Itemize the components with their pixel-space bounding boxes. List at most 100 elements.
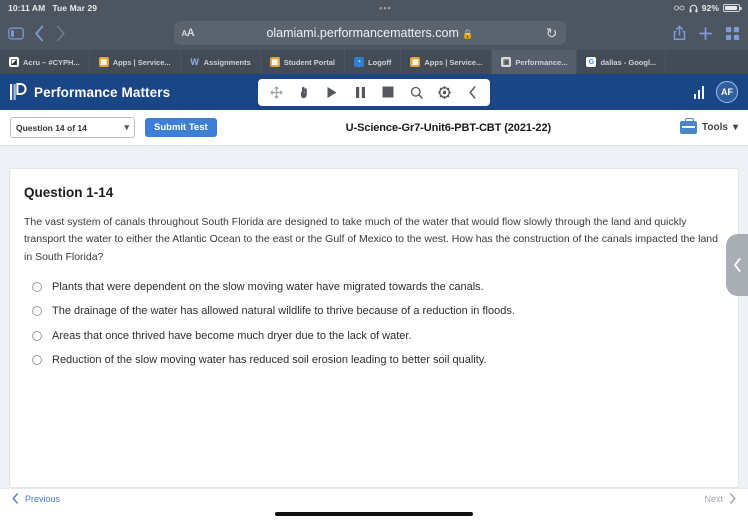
magnifier-icon[interactable] <box>402 79 430 106</box>
bookmark-dallas-google[interactable]: G dallas - Googl... <box>577 50 667 74</box>
app-header: Performance Matters AF <box>0 74 748 110</box>
tabs-grid-icon[interactable] <box>725 26 740 41</box>
bookmark-logoff[interactable]: ◔ Logoff <box>345 50 402 74</box>
bar-chart-icon[interactable] <box>693 85 704 99</box>
pause-icon[interactable] <box>346 79 374 106</box>
bookmark-apps-1[interactable]: ▦ Apps | Service... <box>90 50 181 74</box>
brand-logo[interactable]: Performance Matters <box>10 83 170 101</box>
performance-matters-logo-icon <box>10 83 27 101</box>
stop-icon[interactable] <box>374 79 402 106</box>
side-panel-toggle[interactable] <box>726 234 748 296</box>
bookmark-assignments[interactable]: W Assignments <box>181 50 261 74</box>
battery-icon <box>723 4 742 12</box>
toolbox-icon <box>680 118 698 134</box>
status-bar-right: 92% <box>673 3 742 13</box>
radio-button[interactable] <box>32 330 42 341</box>
play-icon[interactable] <box>318 79 346 106</box>
previous-button[interactable]: Previous <box>12 493 60 504</box>
bookmark-label: dallas - Googl... <box>600 57 657 67</box>
safari-toolbar: AA olamiami.performancematters.com 🔒 ↻ <box>0 16 748 50</box>
lock-icon: 🔒 <box>462 29 474 39</box>
answer-option[interactable]: Reduction of the slow moving water has r… <box>24 353 724 367</box>
answer-option-label: Reduction of the slow moving water has r… <box>52 353 487 366</box>
question-page: Question 1-14 The vast system of canals … <box>0 148 748 488</box>
bottom-navigation: Previous Next <box>0 488 748 508</box>
status-bar-center: ••• <box>97 3 674 13</box>
address-bar[interactable]: AA olamiami.performancematters.com 🔒 ↻ <box>173 21 566 45</box>
bookmark-label: Logoff <box>368 57 392 67</box>
share-icon[interactable] <box>673 25 686 41</box>
radio-button[interactable] <box>32 281 42 292</box>
bookmark-label: Apps | Service... <box>424 57 483 67</box>
bookmark-acru[interactable]: ◪ Acru – #CYPH... <box>0 50 90 74</box>
status-time: 10:11 AM <box>8 3 46 13</box>
back-button[interactable] <box>34 25 45 42</box>
gear-icon[interactable] <box>430 79 458 106</box>
radio-button[interactable] <box>32 306 42 317</box>
url-value: olamiami.performancematters.com <box>266 26 459 40</box>
bookmark-label: Acru – #CYPH... <box>23 57 80 67</box>
answer-option-label: The drainage of the water has allowed na… <box>52 305 515 318</box>
tools-menu[interactable]: Tools ▾ <box>680 118 738 134</box>
home-indicator[interactable] <box>275 512 473 516</box>
portal-favicon: ▦ <box>269 57 280 67</box>
status-date: Tue Mar 29 <box>52 3 98 13</box>
question-text: The vast system of canals throughout Sou… <box>24 216 718 263</box>
sidebar-icon[interactable] <box>8 27 24 40</box>
plus-icon[interactable] <box>698 26 713 41</box>
bookmark-label: Apps | Service... <box>112 57 171 67</box>
test-name: U-Science-Gr7-Unit6-PBT-CBT (2021-22) <box>345 121 552 134</box>
glasses-icon <box>673 5 685 11</box>
submit-test-button[interactable]: Submit Test <box>145 118 217 137</box>
answer-option[interactable]: The drainage of the water has allowed na… <box>24 304 724 318</box>
question-card: Question 1-14 The vast system of canals … <box>9 168 739 488</box>
headphones-icon <box>689 4 698 12</box>
test-player-toolbar <box>258 78 490 106</box>
answer-option[interactable]: Plants that were dependent on the slow m… <box>24 280 724 294</box>
url-text: olamiami.performancematters.com 🔒 <box>200 26 540 40</box>
apps-favicon: ▦ <box>410 57 421 67</box>
word-favicon: W <box>190 57 199 67</box>
chevron-left-icon <box>733 258 740 272</box>
question-select-value: Question 14 of 14 <box>16 122 87 133</box>
reload-button[interactable]: ↻ <box>546 25 558 42</box>
ipad-screen: 10:11 AM Tue Mar 29 ••• 92% AA olamiami.… <box>0 0 748 520</box>
chevron-down-icon: ▾ <box>124 122 129 132</box>
answer-options: Plants that were dependent on the slow m… <box>24 280 724 367</box>
chevron-left-icon <box>12 493 19 504</box>
forward-button <box>55 25 66 42</box>
app-header-right: AF <box>693 81 738 103</box>
avatar[interactable]: AF <box>716 81 738 103</box>
acru-favicon: ◪ <box>9 57 19 67</box>
safari-actions <box>673 25 740 41</box>
bookmark-apps-2[interactable]: ▦ Apps | Service... <box>401 50 493 74</box>
question-select[interactable]: Question 14 of 14 ▾ <box>10 117 135 138</box>
battery-percent: 92% <box>701 3 719 13</box>
test-sub-toolbar: Question 14 of 14 ▾ Submit Test U-Scienc… <box>0 110 748 146</box>
chevron-down-icon: ▾ <box>732 122 738 133</box>
brand-title: Performance Matters <box>34 84 171 100</box>
status-bar-left: 10:11 AM Tue Mar 29 <box>8 3 97 13</box>
move-icon[interactable] <box>262 79 290 106</box>
pointer-hand-icon[interactable] <box>290 79 318 106</box>
tools-label: Tools <box>702 122 728 133</box>
radio-button[interactable] <box>32 354 42 365</box>
bookmarks-bar: ◪ Acru – #CYPH... ▦ Apps | Service... W … <box>0 50 748 74</box>
bookmark-label: Assignments <box>203 57 251 67</box>
collapse-left-icon[interactable] <box>458 79 486 106</box>
ios-status-bar: 10:11 AM Tue Mar 29 ••• 92% <box>0 0 748 16</box>
bookmark-label: Student Portal <box>283 57 336 67</box>
google-favicon: G <box>586 57 597 67</box>
answer-option-label: Areas that once thrived have become much… <box>52 329 412 342</box>
answer-option[interactable]: Areas that once thrived have become much… <box>24 329 724 343</box>
apps-favicon: ▦ <box>98 57 109 67</box>
bookmark-student-portal[interactable]: ▦ Student Portal <box>261 50 346 74</box>
bookmark-performance[interactable]: ▣ Performance... <box>492 50 578 74</box>
page-title: Question 1-14 <box>24 185 114 200</box>
chevron-right-icon <box>729 493 736 504</box>
status-dots: ••• <box>379 3 392 13</box>
performance-favicon: ▣ <box>501 57 512 67</box>
reader-size-button[interactable]: AA <box>182 27 195 39</box>
next-label: Next <box>704 493 723 504</box>
logoff-favicon: ◔ <box>354 57 365 67</box>
